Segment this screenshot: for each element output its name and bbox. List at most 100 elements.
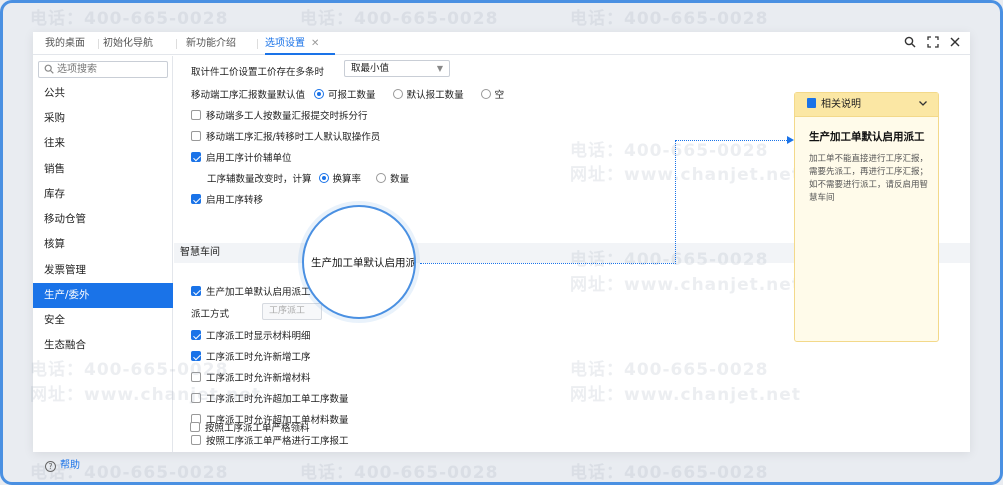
sidebar-item-production[interactable]: 生产/委外 bbox=[33, 283, 173, 308]
checkbox-label: 工序派工时允许新增材料 bbox=[206, 373, 311, 384]
tab-divider bbox=[98, 39, 99, 49]
radio-icon bbox=[318, 173, 329, 183]
checkbox-label: 按照工序派工单严格进行工序报工 bbox=[206, 436, 349, 447]
checkbox-label: 工序派工时显示材料明细 bbox=[206, 331, 311, 342]
checkbox-strict-report[interactable]: 按照工序派工单严格进行工序报工 bbox=[191, 433, 349, 447]
note-header-label: 相关说明 bbox=[821, 99, 861, 110]
note-header[interactable]: 相关说明 bbox=[795, 93, 938, 117]
price-rule-select[interactable]: 取最小值 ▼ bbox=[344, 60, 450, 77]
checkbox-label: 启用工序转移 bbox=[206, 195, 264, 206]
radio-icon bbox=[376, 173, 387, 183]
help-note-card: 相关说明 生产加工单默认启用派工 加工单不能直接进行工序汇报，需要先派工，再进行… bbox=[794, 92, 939, 342]
tab-label: 我的桌面 bbox=[45, 38, 85, 49]
radio-label: 默认报工数量 bbox=[406, 90, 464, 101]
radio-label: 空 bbox=[494, 90, 505, 101]
checkbox-aux-unit[interactable]: 启用工序计价辅单位 bbox=[191, 150, 292, 164]
checkbox-enable-transfer[interactable]: 启用工序转移 bbox=[191, 192, 263, 206]
radio-empty[interactable]: 空 bbox=[480, 89, 505, 101]
sidebar-item-mobile-warehouse[interactable]: 移动仓管 bbox=[33, 207, 173, 232]
radio-icon bbox=[392, 89, 403, 99]
checkbox-exceed-process-qty[interactable]: 工序派工时允许超加工单工序数量 bbox=[191, 391, 349, 405]
radio-label: 换算率 bbox=[332, 174, 362, 185]
checkbox-icon bbox=[191, 351, 201, 361]
select-value: 取最小值 bbox=[351, 63, 390, 74]
help-icon: ? bbox=[45, 461, 56, 472]
checkbox-icon bbox=[191, 330, 201, 340]
mobile-qty-row: 移动端工序汇报数量默认值 可报工数量 默认报工数量 空 bbox=[191, 87, 504, 101]
chevron-down-icon[interactable] bbox=[918, 93, 928, 117]
bookmark-icon bbox=[807, 98, 816, 108]
checkbox-label: 按照工序派工单严格领料 bbox=[205, 423, 310, 434]
tab-bar: 我的桌面 初始化导航 新功能介绍 选项设置 ✕ bbox=[33, 32, 970, 55]
checkbox-icon bbox=[191, 194, 201, 204]
chevron-down-icon: ▼ bbox=[436, 64, 443, 73]
sidebar-item-sales[interactable]: 销售 bbox=[33, 157, 173, 182]
search-icon[interactable] bbox=[903, 36, 917, 50]
checkbox-icon bbox=[191, 131, 201, 141]
radio-default-qty[interactable]: 默认报工数量 bbox=[392, 89, 464, 101]
help-label: 帮助 bbox=[60, 460, 80, 471]
checkbox-enable-dispatch[interactable]: 生产加工单默认启用派工 bbox=[191, 284, 311, 298]
sidebar-item-purchase[interactable]: 采购 bbox=[33, 106, 173, 131]
sidebar-item-inventory[interactable]: 库存 bbox=[33, 182, 173, 207]
radio-available-qty[interactable]: 可报工数量 bbox=[314, 89, 376, 101]
radio-label: 数量 bbox=[390, 174, 410, 185]
tab-divider bbox=[176, 39, 177, 49]
magnifier-callout: 生产加工单默认启用派工 bbox=[302, 205, 416, 319]
tab-label: 初始化导航 bbox=[103, 38, 153, 49]
sidebar-item-public[interactable]: 公共 bbox=[33, 81, 173, 106]
checkbox-icon bbox=[191, 393, 201, 403]
radio-label: 可报工数量 bbox=[328, 90, 376, 101]
search-input[interactable] bbox=[57, 63, 162, 76]
arrow-right-icon bbox=[787, 136, 794, 144]
sidebar-item-accounts[interactable]: 往来 bbox=[33, 131, 173, 156]
checkbox-label: 生产加工单默认启用派工 bbox=[206, 287, 311, 298]
connector-line bbox=[675, 140, 787, 141]
sidebar-item-costing[interactable]: 核算 bbox=[33, 232, 173, 257]
dispatch-mode-label: 派工方式 bbox=[191, 309, 230, 320]
close-window-icon[interactable] bbox=[948, 36, 962, 50]
fullscreen-icon[interactable] bbox=[926, 36, 940, 50]
checkbox-show-material[interactable]: 工序派工时显示材料明细 bbox=[191, 328, 311, 342]
checkbox-label: 工序派工时允许超加工单工序数量 bbox=[206, 394, 349, 405]
tab-options[interactable]: 选项设置 ✕ bbox=[265, 32, 335, 55]
checkbox-icon bbox=[191, 435, 201, 445]
checkbox-default-operator[interactable]: 移动端工序汇报/转移时工人默认取操作员 bbox=[191, 129, 380, 143]
help-link[interactable]: ? 帮助 bbox=[45, 456, 80, 472]
checkbox-add-material[interactable]: 工序派工时允许新增材料 bbox=[191, 370, 311, 384]
tab-label: 选项设置 bbox=[265, 38, 305, 49]
checkbox-split-rows[interactable]: 移动端多工人按数量汇报提交时拆分行 bbox=[191, 108, 368, 122]
sidebar-item-invoice[interactable]: 发票管理 bbox=[33, 258, 173, 283]
checkbox-label: 启用工序计价辅单位 bbox=[206, 153, 292, 164]
tab-divider bbox=[257, 39, 258, 49]
checkbox-strict-picking[interactable]: 按照工序派工单严格领料 bbox=[190, 420, 310, 434]
sidebar: 公共 采购 往来 销售 库存 移动仓管 核算 发票管理 生产/委外 安全 生态融… bbox=[33, 56, 173, 472]
tab-desktop[interactable]: 我的桌面 bbox=[45, 32, 85, 55]
checkbox-label: 移动端工序汇报/转移时工人默认取操作员 bbox=[206, 132, 381, 143]
aux-change-row: 工序辅数量改变时，计算 换算率 数量 bbox=[207, 171, 409, 185]
magnifier-text: 生产加工单默认启用派工 bbox=[311, 257, 416, 269]
checkbox-icon bbox=[190, 422, 200, 432]
checkbox-add-process[interactable]: 工序派工时允许新增工序 bbox=[191, 349, 311, 363]
checkbox-icon bbox=[191, 152, 201, 162]
dispatch-mode-select[interactable]: 工序派工 bbox=[262, 303, 322, 320]
tab-new-features[interactable]: 新功能介绍 bbox=[186, 32, 236, 55]
aux-change-label: 工序辅数量改变时，计算 bbox=[207, 174, 312, 185]
price-rule-label: 取计件工价设置工价存在多条时 bbox=[191, 67, 325, 78]
checkbox-icon bbox=[191, 286, 201, 296]
connector-line bbox=[675, 140, 676, 264]
mobile-qty-label: 移动端工序汇报数量默认值 bbox=[191, 90, 306, 101]
sidebar-item-ecosystem[interactable]: 生态融合 bbox=[33, 333, 173, 358]
tab-init-guide[interactable]: 初始化导航 bbox=[103, 32, 153, 55]
checkbox-icon bbox=[191, 372, 201, 382]
radio-quantity[interactable]: 数量 bbox=[376, 173, 410, 185]
sidebar-item-security[interactable]: 安全 bbox=[33, 308, 173, 333]
note-body: 加工单不能直接进行工序汇报，需要先派工，再进行工序汇报；如不需要进行派工，请反启… bbox=[809, 154, 929, 203]
radio-conversion-rate[interactable]: 换算率 bbox=[318, 173, 362, 185]
checkbox-label: 工序派工时允许新增工序 bbox=[206, 352, 311, 363]
search-box[interactable] bbox=[38, 61, 168, 78]
search-icon bbox=[44, 64, 54, 74]
radio-icon bbox=[314, 89, 325, 99]
close-icon[interactable]: ✕ bbox=[311, 38, 319, 49]
checkbox-label: 移动端多工人按数量汇报提交时拆分行 bbox=[206, 111, 368, 122]
